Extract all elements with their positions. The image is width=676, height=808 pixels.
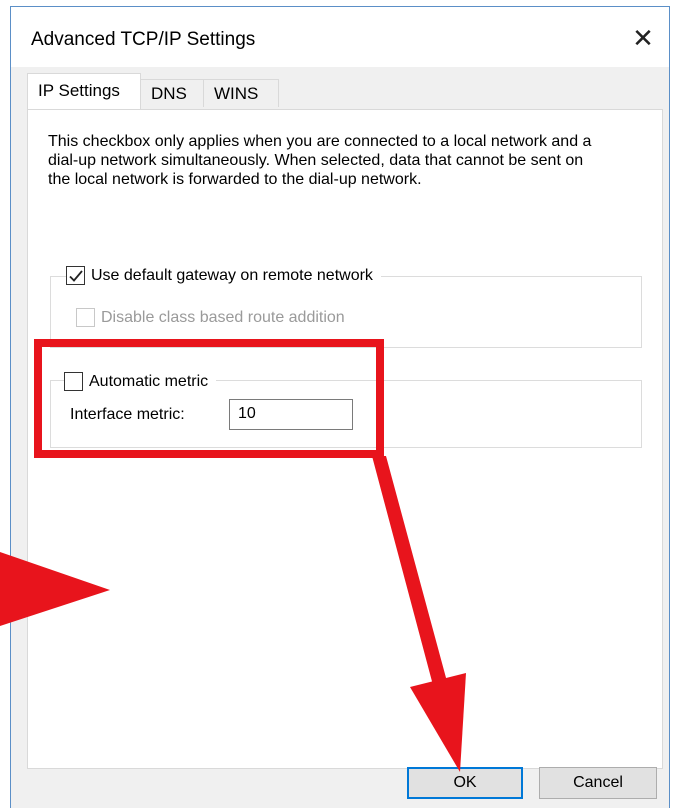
disable-class-route-checkbox bbox=[76, 308, 95, 327]
interface-metric-input[interactable]: 10 bbox=[229, 399, 353, 430]
interface-metric-label: Interface metric: bbox=[70, 406, 185, 423]
ok-button[interactable]: OK bbox=[407, 767, 523, 799]
ip-settings-panel: This checkbox only applies when you are … bbox=[27, 109, 663, 769]
gateway-description: This checkbox only applies when you are … bbox=[48, 133, 592, 188]
automatic-metric-label: Automatic metric bbox=[89, 372, 209, 390]
use-default-gateway-label: Use default gateway on remote network bbox=[91, 266, 373, 284]
tab-wins[interactable]: WINS bbox=[203, 79, 279, 107]
title-bar: Advanced TCP/IP Settings ✕ bbox=[11, 7, 669, 67]
tab-dns[interactable]: DNS bbox=[140, 79, 204, 107]
use-default-gateway-checkbox[interactable] bbox=[66, 266, 85, 285]
automatic-metric-row[interactable]: Automatic metric bbox=[64, 372, 217, 391]
cancel-button[interactable]: Cancel bbox=[539, 767, 657, 799]
close-icon[interactable]: ✕ bbox=[625, 21, 661, 55]
automatic-metric-checkbox[interactable] bbox=[64, 372, 83, 391]
advanced-tcpip-dialog: Advanced TCP/IP Settings ✕ IP Settings D… bbox=[10, 6, 670, 808]
checkmark-icon bbox=[69, 270, 83, 282]
disable-class-route-row: Disable class based route addition bbox=[76, 308, 353, 327]
disable-class-route-label: Disable class based route addition bbox=[101, 308, 345, 326]
dialog-title: Advanced TCP/IP Settings bbox=[31, 29, 256, 50]
tab-ip-settings[interactable]: IP Settings bbox=[27, 73, 141, 109]
use-default-gateway-row[interactable]: Use default gateway on remote network bbox=[66, 266, 381, 285]
